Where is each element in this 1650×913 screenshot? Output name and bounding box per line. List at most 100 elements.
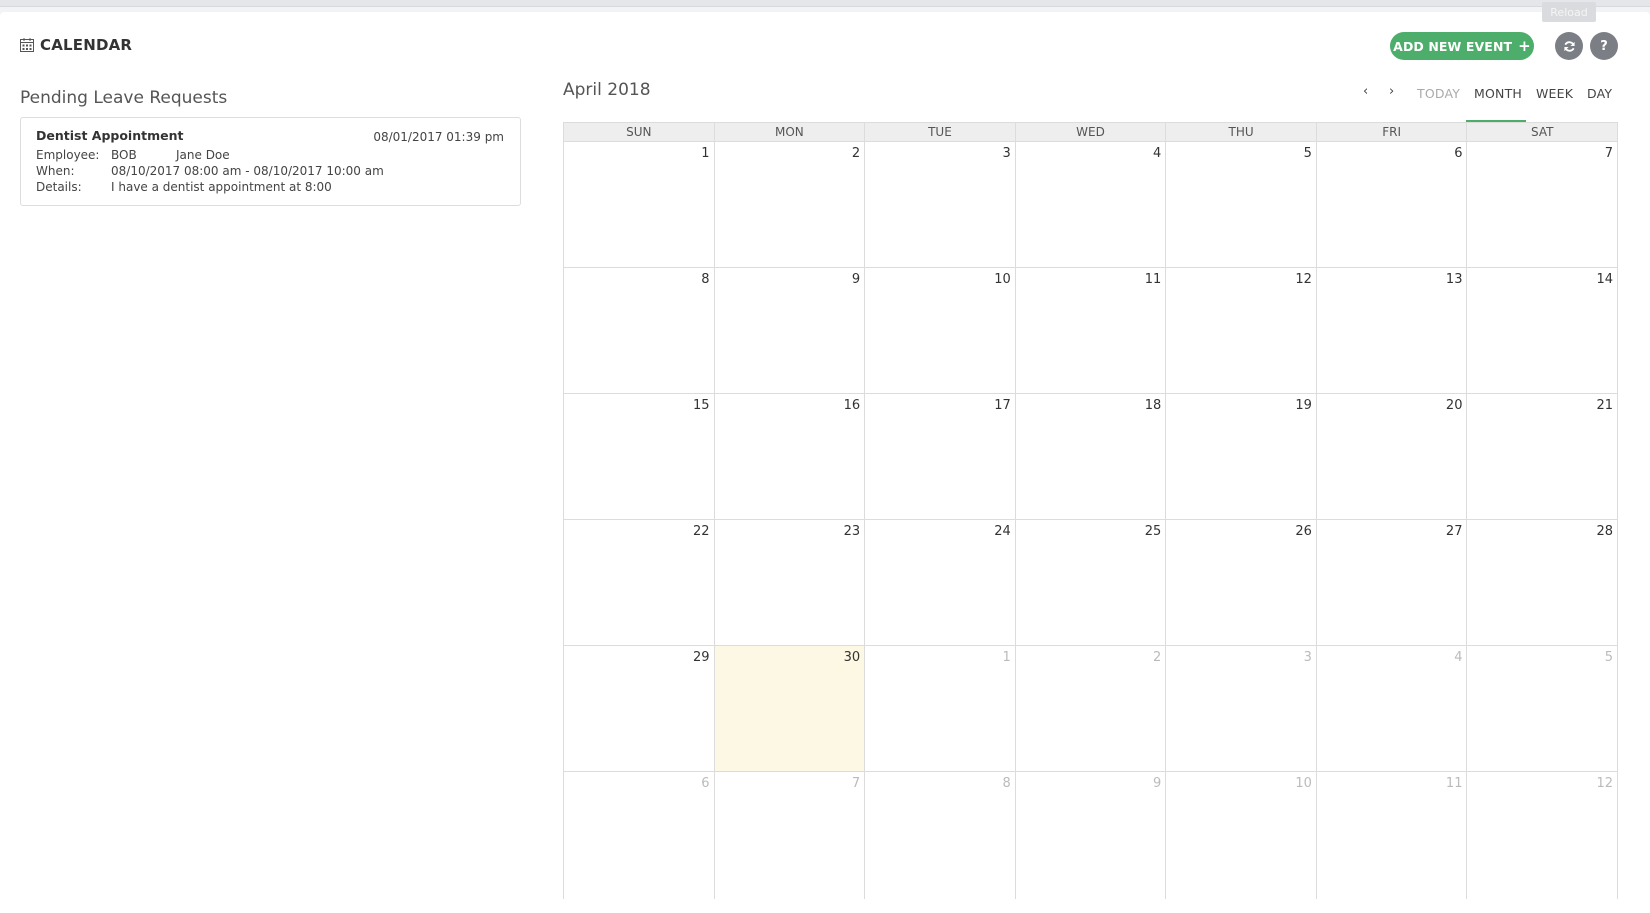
when-label: When: <box>36 164 75 178</box>
day-cell[interactable]: 7 <box>715 772 866 899</box>
week-row: 29 30 1 2 3 4 5 <box>564 646 1619 772</box>
day-number: 27 <box>1445 524 1463 539</box>
day-number: 12 <box>1295 272 1312 287</box>
day-cell[interactable]: 12 <box>1166 268 1317 393</box>
day-cell[interactable]: 2 <box>1016 646 1167 771</box>
day-cell[interactable]: 3 <box>865 142 1016 267</box>
day-number: 10 <box>994 272 1011 287</box>
day-cell[interactable]: 4 <box>1317 646 1468 771</box>
day-cell[interactable]: 18 <box>1016 394 1167 519</box>
day-cell[interactable]: 9 <box>715 268 866 393</box>
day-cell[interactable]: 7 <box>1467 142 1619 267</box>
day-number: 4 <box>1153 146 1162 161</box>
day-cell[interactable]: 24 <box>865 520 1016 645</box>
week-row: 22 23 24 25 26 27 28 <box>564 520 1619 646</box>
weekday-header-cell: WED <box>1016 123 1167 141</box>
day-cell[interactable]: 5 <box>1166 142 1317 267</box>
day-cell[interactable]: 27 <box>1317 520 1468 645</box>
day-cell[interactable]: 8 <box>865 772 1016 899</box>
day-cell[interactable]: 3 <box>1166 646 1317 771</box>
day-cell[interactable]: 22 <box>564 520 715 645</box>
day-cell[interactable]: 6 <box>1317 142 1468 267</box>
prev-month-button[interactable]: ‹ <box>1363 84 1368 99</box>
day-cell[interactable]: 26 <box>1166 520 1317 645</box>
tab-month[interactable]: MONTH <box>1474 86 1522 101</box>
day-cell[interactable]: 13 <box>1317 268 1468 393</box>
day-cell[interactable]: 17 <box>865 394 1016 519</box>
calendar-icon <box>20 38 34 52</box>
month-grid: SUN MON TUE WED THU FRI SAT 1 2 3 4 5 6 7 8 9 10 1… <box>563 122 1619 900</box>
day-cell[interactable]: 20 <box>1317 394 1468 519</box>
request-when-row: When: 08/10/2017 08:00 am - 08/10/2017 1… <box>36 164 384 178</box>
day-cell[interactable]: 11 <box>1317 772 1468 899</box>
request-employee-row: Employee: BOB Jane Doe <box>36 148 230 162</box>
weekday-header-cell: SUN <box>564 123 715 141</box>
month-grid-body: 1 2 3 4 5 6 7 8 9 10 11 12 13 14 15 16 17 18 19 20 21 22 23 24 2… <box>563 142 1619 899</box>
reload-button[interactable] <box>1555 32 1583 60</box>
add-new-event-label: ADD NEW EVENT <box>1393 38 1513 54</box>
day-cell[interactable]: 28 <box>1467 520 1619 645</box>
day-cell-today[interactable]: 30 <box>714 646 866 771</box>
tab-day[interactable]: DAY <box>1587 86 1612 101</box>
tab-week[interactable]: WEEK <box>1536 86 1573 101</box>
employee-name: Jane Doe <box>176 148 230 162</box>
day-number: 10 <box>1295 776 1312 791</box>
weekday-header-cell: THU <box>1166 123 1317 141</box>
day-cell[interactable]: 16 <box>715 394 866 519</box>
help-icon: ? <box>1600 38 1608 54</box>
day-cell[interactable]: 8 <box>564 268 715 393</box>
day-number: 2 <box>851 146 861 161</box>
day-cell[interactable]: 5 <box>1467 646 1619 771</box>
day-number: 22 <box>693 524 710 539</box>
day-cell[interactable]: 15 <box>564 394 715 519</box>
day-number: 7 <box>1604 146 1614 161</box>
tab-today[interactable]: TODAY <box>1417 86 1460 101</box>
day-number: 18 <box>1144 398 1162 413</box>
day-cell[interactable]: 25 <box>1016 520 1167 645</box>
request-submitted-date: 08/01/2017 01:39 pm <box>373 130 504 144</box>
day-cell[interactable]: 6 <box>564 772 715 899</box>
day-number: 29 <box>693 650 710 665</box>
day-number: 21 <box>1596 398 1614 413</box>
details-value: I have a dentist appointment at 8:00 <box>111 180 332 194</box>
day-cell[interactable]: 9 <box>1016 772 1167 899</box>
day-cell[interactable]: 12 <box>1467 772 1619 899</box>
day-cell[interactable]: 21 <box>1467 394 1619 519</box>
day-cell[interactable]: 10 <box>1166 772 1317 899</box>
next-month-button[interactable]: › <box>1389 84 1394 99</box>
browser-top-strip <box>0 0 1650 7</box>
day-number: 19 <box>1295 398 1312 413</box>
day-number: 1 <box>1002 650 1011 665</box>
day-cell[interactable]: 1 <box>865 646 1016 771</box>
calendar-month-title: April 2018 <box>563 80 651 100</box>
weekday-header-cell: SAT <box>1531 125 1554 139</box>
day-number: 6 <box>1454 146 1463 161</box>
day-number: 26 <box>1295 524 1312 539</box>
day-number: 8 <box>701 272 710 287</box>
add-new-event-button[interactable]: ADD NEW EVENT + <box>1390 32 1534 60</box>
day-cell[interactable]: 19 <box>1166 394 1317 519</box>
week-row: 1 2 3 4 5 6 7 <box>564 142 1619 268</box>
day-cell[interactable]: 29 <box>564 646 715 771</box>
day-number: 9 <box>1153 776 1162 791</box>
request-details-row: Details: I have a dentist appointment at… <box>36 180 332 194</box>
weekday-header-cell: TUE <box>865 123 1016 141</box>
day-cell[interactable]: 2 <box>715 142 866 267</box>
day-number: 12 <box>1596 776 1614 791</box>
leave-request-card[interactable]: Dentist Appointment 08/01/2017 01:39 pm … <box>20 117 521 206</box>
day-cell[interactable]: 23 <box>715 520 866 645</box>
day-cell[interactable]: 11 <box>1016 268 1167 393</box>
help-button[interactable]: ? <box>1590 32 1618 60</box>
day-number: 24 <box>994 524 1011 539</box>
day-number: 25 <box>1144 524 1162 539</box>
day-cell[interactable]: 10 <box>865 268 1016 393</box>
day-number: 15 <box>693 398 710 413</box>
day-number: 8 <box>1002 776 1011 791</box>
day-cell[interactable]: 1 <box>564 142 715 267</box>
day-number: 11 <box>1445 776 1463 791</box>
day-cell[interactable]: 4 <box>1016 142 1167 267</box>
week-row: 6 7 8 9 10 11 12 <box>564 772 1619 899</box>
day-number: 16 <box>843 398 861 413</box>
day-number: 13 <box>1445 272 1463 287</box>
day-cell[interactable]: 14 <box>1467 268 1619 393</box>
